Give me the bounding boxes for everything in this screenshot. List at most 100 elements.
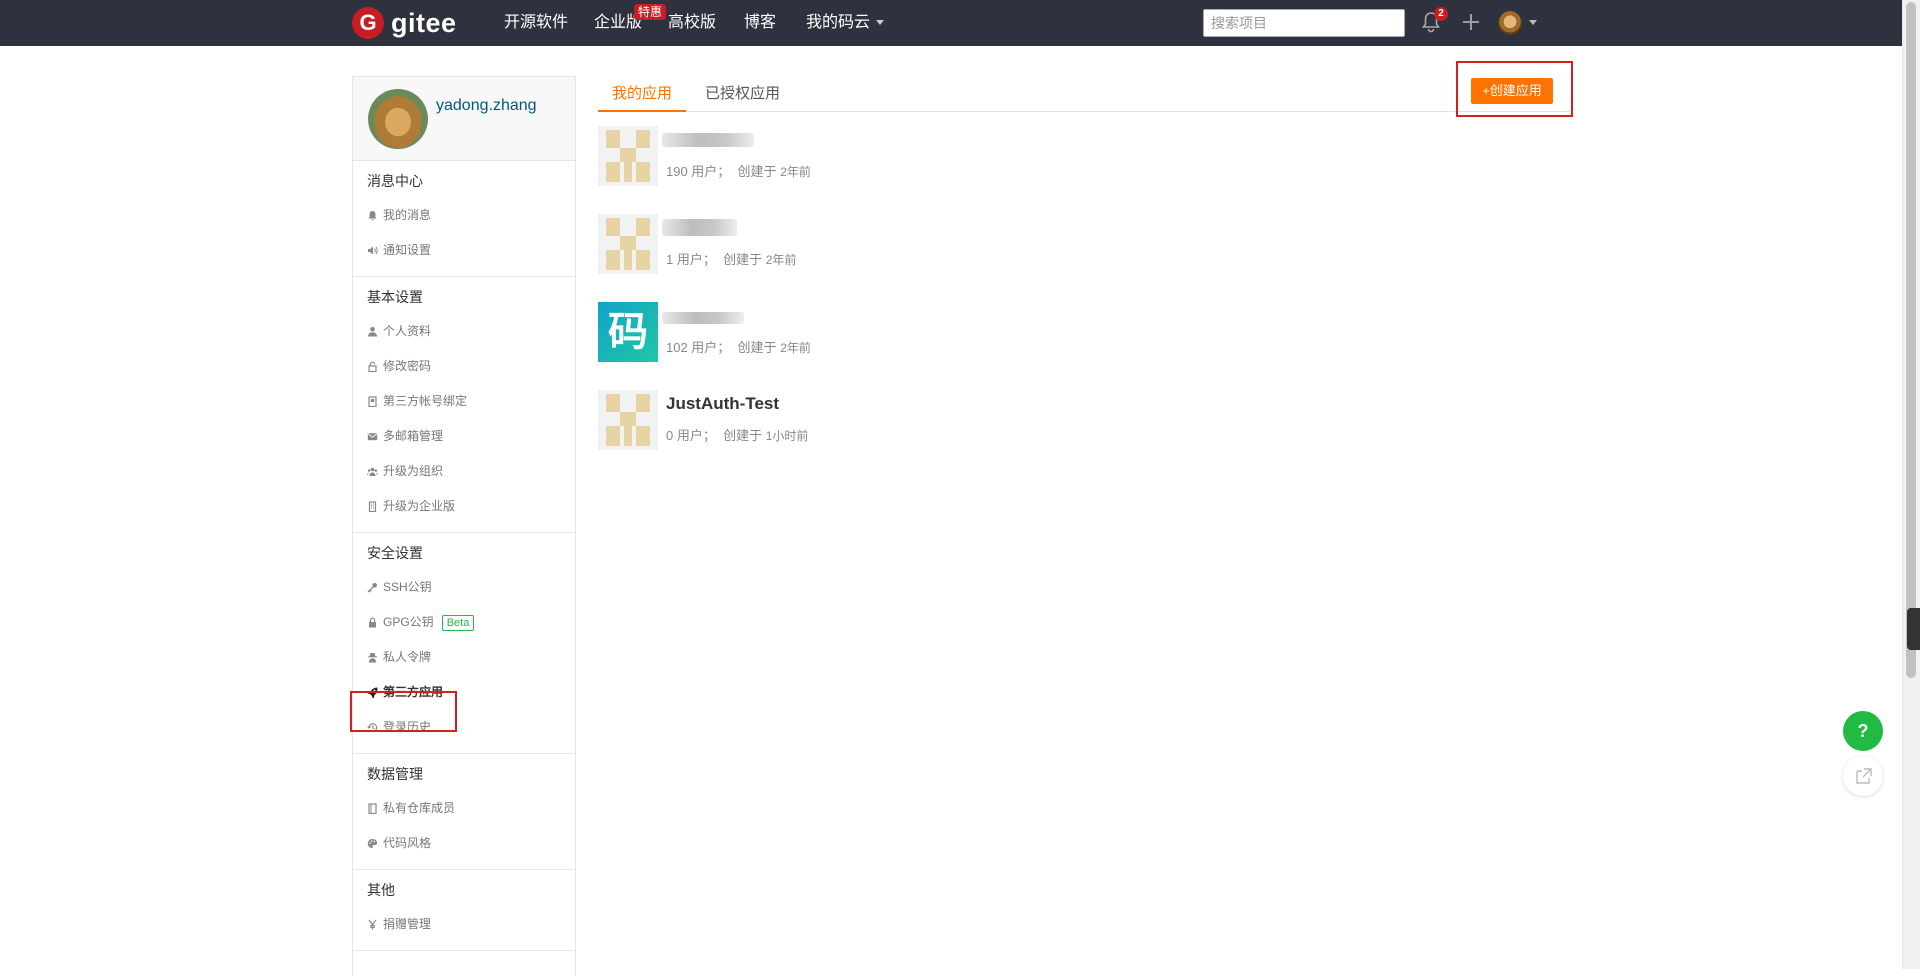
app-list-item[interactable]: 190 用户； 创建于 2年前 (598, 126, 1498, 186)
sidebar-item-label: 登录历史 (383, 720, 432, 734)
app-meta: 1 用户； 创建于 2年前 (666, 249, 796, 268)
app-meta: 190 用户； 创建于 2年前 (666, 161, 811, 180)
sidebar-item-change-password[interactable]: 修改密码 (353, 349, 575, 384)
app-list-item[interactable]: 1 用户； 创建于 2年前 (598, 214, 1498, 274)
profile-username[interactable]: yadong.zhang (436, 97, 537, 115)
sidebar-item-label: SSH公钥 (383, 580, 432, 594)
group-icon (367, 467, 378, 476)
sidebar-item-gpg-keys[interactable]: GPG公钥 Beta (353, 605, 575, 640)
nav-my-gitee-label: 我的码云 (806, 14, 871, 31)
help-button[interactable]: ? (1843, 711, 1883, 751)
tab-my-apps[interactable]: 我的应用 (598, 84, 687, 112)
app-created-ago: 2年前 (765, 253, 797, 267)
menu-group-other: 其他 捐赠管理 (353, 870, 575, 951)
create-app-button[interactable]: +创建应用 (1471, 78, 1553, 104)
key-icon (367, 583, 377, 593)
group-title: 数据管理 (367, 766, 423, 782)
menu-group-messages: 消息中心 我的消息 通知设置 (353, 161, 575, 277)
sidebar-item-ssh-keys[interactable]: SSH公钥 (353, 570, 575, 605)
sidebar-item-label: 捐赠管理 (383, 917, 432, 931)
nav-open-source[interactable]: 开源软件 (504, 13, 568, 33)
sidebar-item-notification-settings[interactable]: 通知设置 (353, 233, 575, 268)
sidebar-item-my-messages[interactable]: 我的消息 (353, 198, 575, 233)
app-logo[interactable] (598, 126, 658, 186)
sidebar-item-code-style[interactable]: 代码风格 (353, 826, 575, 861)
app-meta: 0 用户； 创建于 1小时前 (666, 425, 808, 444)
identicon-icon (598, 390, 658, 450)
menu-group-basic-settings: 基本设置 个人资料 修改密码 第三方帐号绑定 多邮箱管理 升级为组织 升级为企业… (353, 277, 575, 533)
history-icon (367, 723, 378, 732)
search-input[interactable] (1203, 9, 1405, 37)
nav-my-gitee[interactable]: 我的码云 (806, 13, 885, 33)
beta-badge: Beta (441, 614, 475, 631)
bell-icon (368, 211, 377, 221)
app-created-ago: 2年前 (780, 165, 811, 179)
app-logo[interactable] (598, 214, 658, 274)
sidebar-item-label: 升级为企业版 (383, 499, 456, 513)
nav-university[interactable]: 高校版 (668, 13, 716, 33)
sidebar-item-multi-email[interactable]: 多邮箱管理 (353, 419, 575, 454)
sidebar-item-login-history[interactable]: 登录历史 (353, 710, 575, 745)
sidebar-item-label: GPG公钥 (383, 615, 434, 629)
building-icon (368, 501, 377, 512)
sidebar-item-label: 第三方应用 (383, 685, 444, 699)
gitee-logo-text: gitee (391, 7, 457, 38)
menu-group-data-management: 数据管理 私有仓库成员 代码风格 (353, 754, 575, 870)
app-users: 1 用户； (666, 252, 716, 267)
profile-avatar[interactable] (368, 89, 428, 149)
sidebar-item-profile[interactable]: 个人资料 (353, 314, 575, 349)
app-logo[interactable] (598, 390, 658, 450)
palette-icon (367, 839, 378, 848)
gitee-logo-icon: G (352, 7, 384, 39)
page-scrollbar-thumb[interactable] (1906, 2, 1916, 678)
avatar-chevron-down-icon[interactable] (1529, 20, 1537, 25)
sidebar-item-third-party-apps[interactable]: 第三方应用 (353, 675, 575, 710)
nav-blog[interactable]: 博客 (744, 13, 776, 33)
notification-count-badge: 2 (1434, 7, 1448, 21)
sidebar-item-label: 升级为组织 (383, 464, 444, 478)
tab-authorized-apps[interactable]: 已授权应用 (691, 84, 794, 112)
lock-icon (369, 617, 376, 628)
sidebar-item-private-repo-members[interactable]: 私有仓库成员 (353, 791, 575, 826)
app-users: 0 用户； (666, 428, 716, 443)
group-title: 消息中心 (367, 173, 423, 189)
app-created-ago: 1小时前 (765, 429, 809, 443)
sidebar-item-label: 多邮箱管理 (383, 429, 444, 443)
identicon-icon (598, 214, 658, 274)
sidebar-item-label: 个人资料 (383, 324, 432, 338)
app-meta: 102 用户； 创建于 2年前 (666, 337, 811, 356)
app-created-label: 创建于 (737, 340, 777, 355)
sidebar-item-upgrade-enterprise[interactable]: 升级为企业版 (353, 489, 575, 524)
rocket-icon (367, 687, 378, 698)
id-card-icon (368, 396, 377, 407)
gitee-logo[interactable]: G gitee (352, 7, 457, 39)
app-list-item[interactable]: 码 102 用户； 创建于 2年前 (598, 302, 1498, 362)
sidebar-item-third-party-binding[interactable]: 第三方帐号绑定 (353, 384, 575, 419)
sidebar-item-donation-management[interactable]: 捐赠管理 (353, 907, 575, 942)
sidebar-item-private-tokens[interactable]: 私人令牌 (353, 640, 575, 675)
app-tabs: 我的应用 已授权应用 (598, 80, 1570, 112)
feedback-button[interactable] (1843, 756, 1883, 796)
plus-icon[interactable] (1461, 12, 1481, 32)
identicon-icon (598, 126, 658, 186)
book-icon (368, 803, 377, 814)
side-drawer-handle[interactable] (1907, 608, 1920, 650)
user-avatar[interactable] (1498, 11, 1522, 35)
sidebar-item-label: 修改密码 (383, 359, 432, 373)
app-name-link[interactable]: JustAuth-Test (666, 394, 779, 414)
sidebar-item-upgrade-organization[interactable]: 升级为组织 (353, 454, 575, 489)
blurred-app-name (662, 133, 754, 147)
sidebar-item-label: 私有仓库成员 (383, 801, 456, 815)
user-secret-icon (368, 653, 377, 663)
app-users: 190 用户； (666, 164, 731, 179)
app-logo[interactable]: 码 (598, 302, 658, 362)
group-title: 其他 (367, 882, 395, 898)
app-users: 102 用户； (666, 340, 731, 355)
mail-icon (367, 433, 378, 441)
app-created-label: 创建于 (723, 428, 763, 443)
blurred-app-name (662, 219, 737, 236)
chevron-down-icon (876, 20, 885, 26)
enterprise-promo-badge: 特惠 (634, 4, 667, 20)
settings-sidebar: yadong.zhang 消息中心 我的消息 通知设置 基本设置 个人资料 修改… (352, 76, 576, 976)
app-list-item[interactable]: JustAuth-Test 0 用户； 创建于 1小时前 (598, 390, 1498, 450)
